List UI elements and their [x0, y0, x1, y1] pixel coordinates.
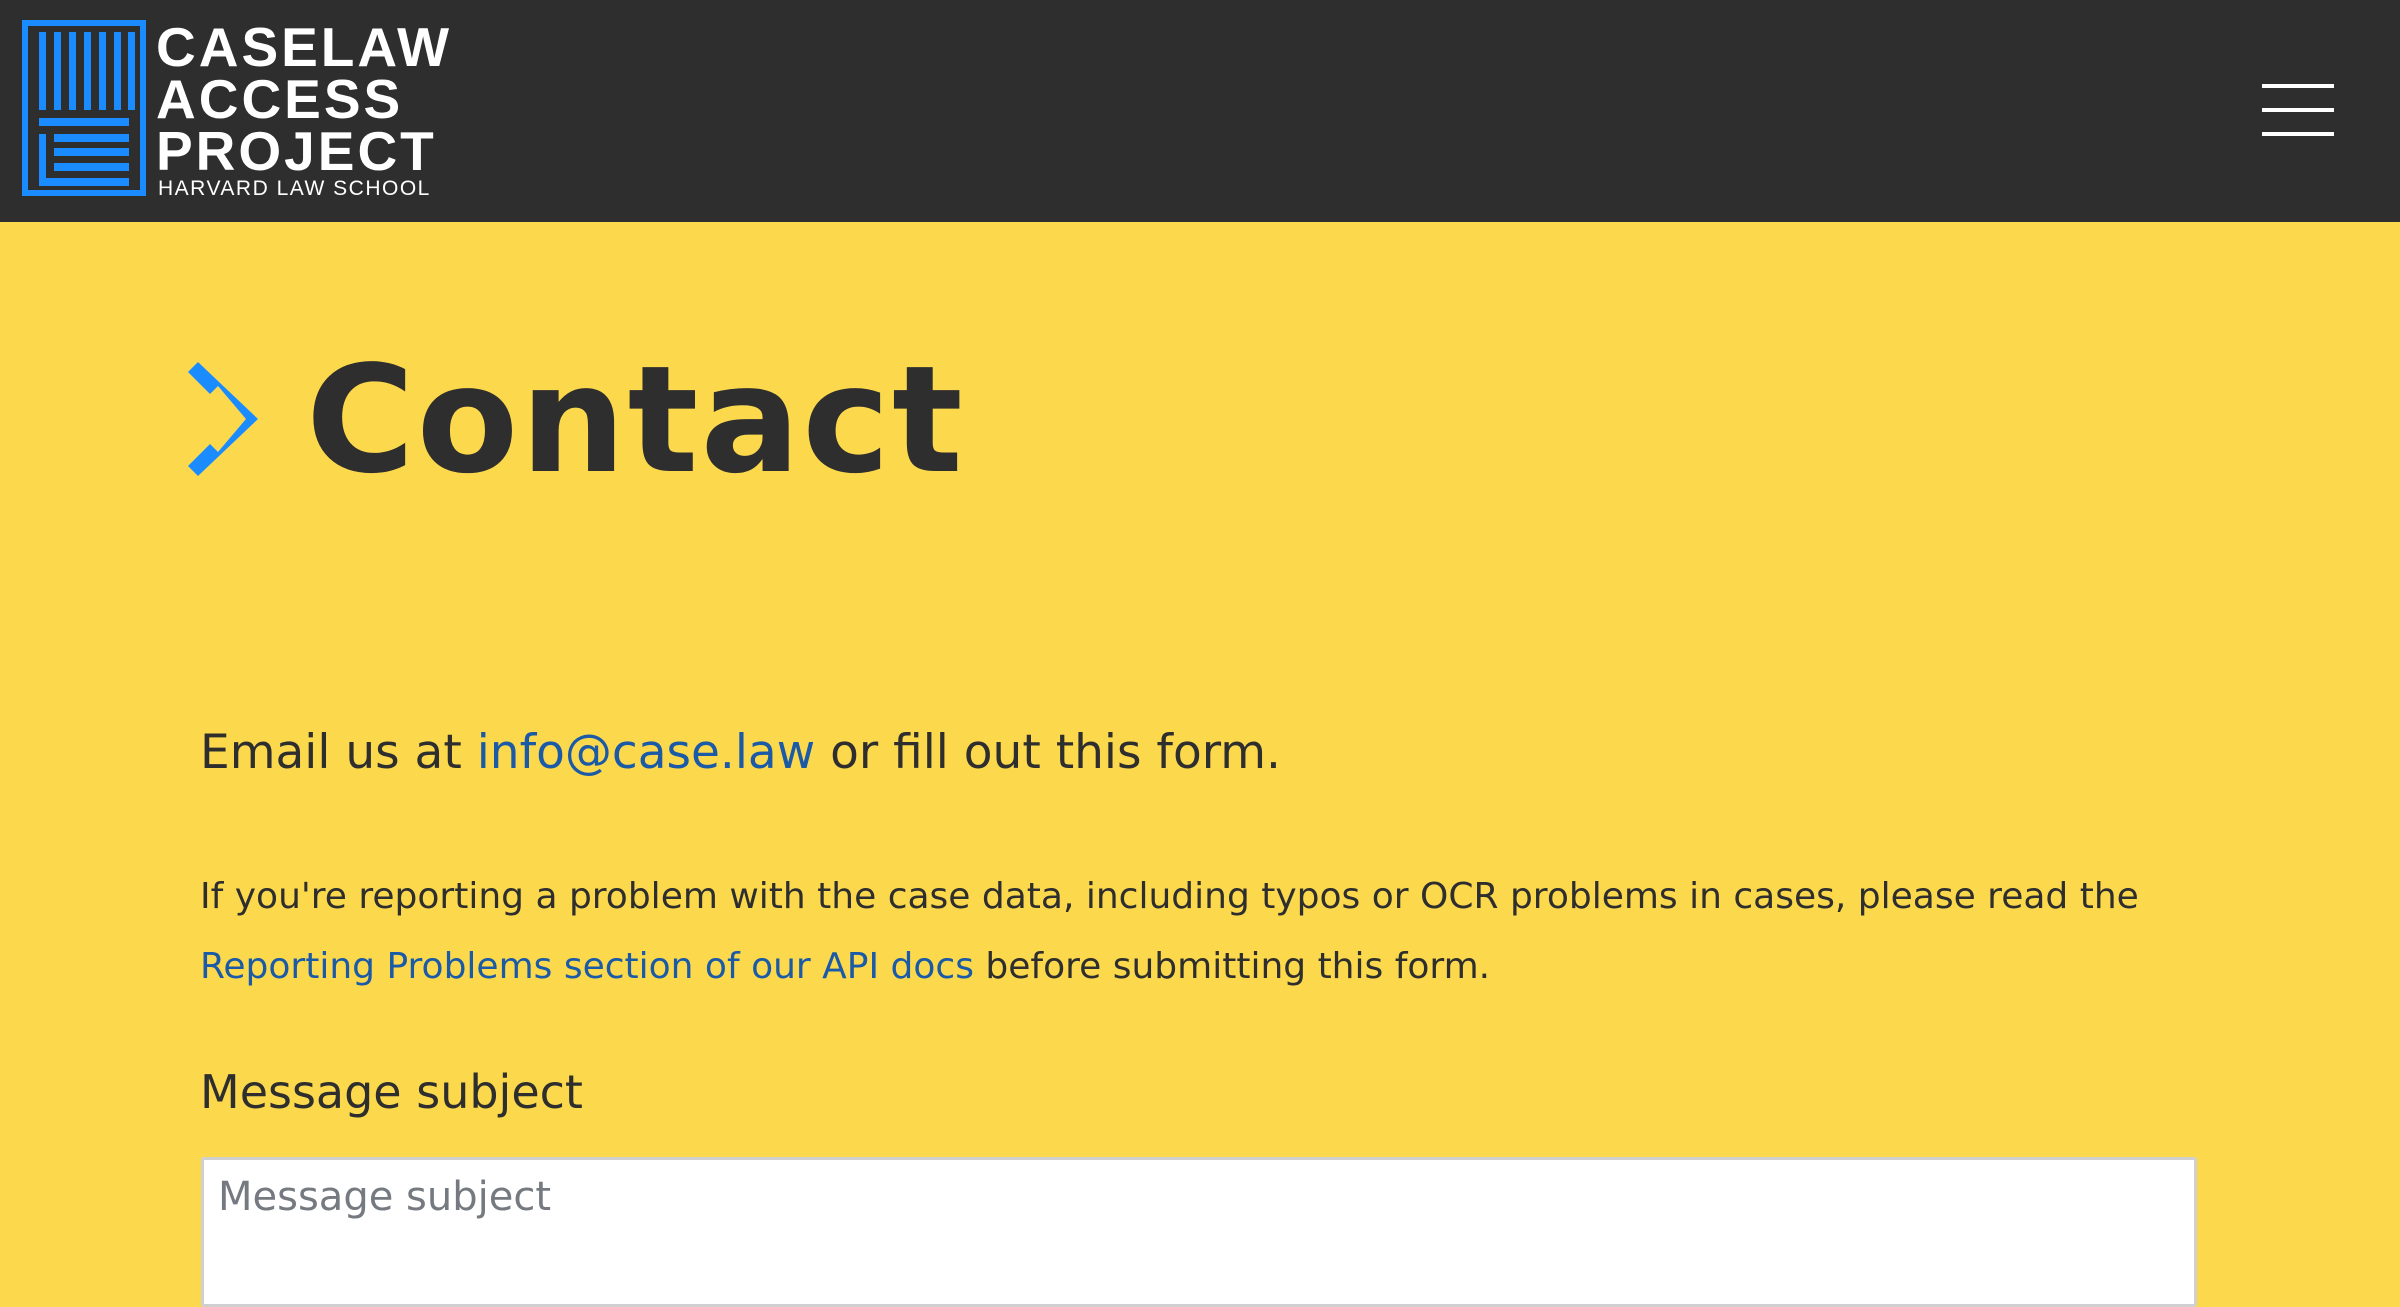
email-link[interactable]: info@case.law	[477, 725, 815, 780]
intro-text-after: or fill out this form.	[815, 725, 1281, 780]
message-subject-input[interactable]	[201, 1157, 2197, 1307]
logo-text-line-2: ACCESS	[156, 68, 404, 130]
reporting-note: If you're reporting a problem with the c…	[200, 862, 2200, 1002]
main-content: Contact Email us at info@case.law or fil…	[0, 222, 2400, 1307]
intro-text-before: Email us at	[200, 725, 477, 780]
message-subject-label: Message subject	[200, 1065, 583, 1119]
intro-text: Email us at info@case.law or fill out th…	[200, 722, 1281, 783]
note-text-before: If you're reporting a problem with the c…	[200, 876, 2139, 917]
logo-text-line-3: PROJECT	[156, 120, 437, 182]
site-header: CASELAW ACCESS PROJECT HARVARD LAW SCHOO…	[0, 0, 2400, 222]
page-title: Contact	[306, 334, 965, 506]
note-text-after: before submitting this form.	[973, 946, 1491, 987]
chevron-diamond-icon	[188, 362, 258, 476]
menu-toggle-button[interactable]	[2262, 82, 2334, 138]
reporting-problems-link[interactable]: Reporting Problems section of our API do…	[200, 946, 974, 987]
logo-subtitle: HARVARD LAW SCHOOL	[158, 177, 431, 200]
hamburger-menu-icon	[2262, 84, 2334, 136]
logo-text-line-1: CASELAW	[156, 16, 452, 78]
site-logo-link[interactable]: CASELAW ACCESS PROJECT HARVARD LAW SCHOO…	[22, 20, 449, 200]
grid-logo-icon	[22, 20, 146, 196]
